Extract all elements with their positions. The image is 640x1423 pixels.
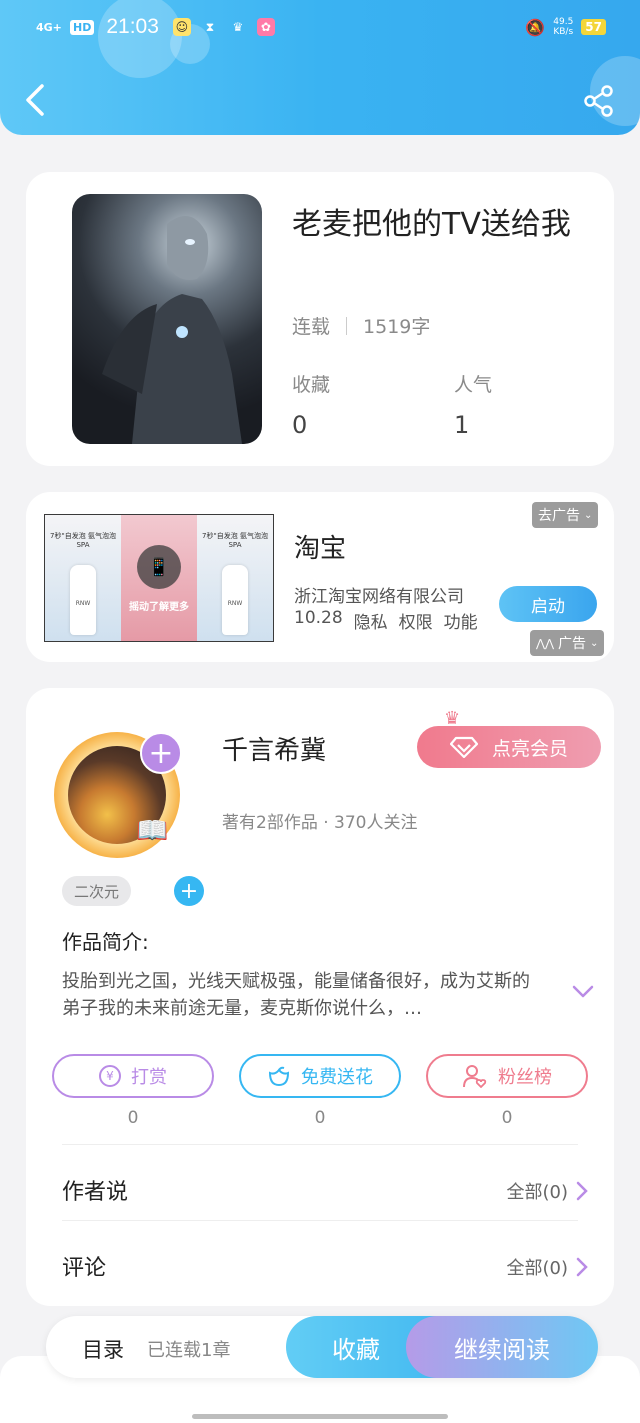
- ad-permissions-link[interactable]: 权限: [399, 608, 433, 633]
- ad-tag[interactable]: ⋀⋀ 广告 ⌄: [530, 630, 605, 656]
- favorites-stat: 收藏 0: [292, 370, 330, 439]
- book-meta: 连载 1519字: [292, 312, 430, 339]
- shake-text: 摇动了解更多: [129, 602, 189, 613]
- book-title: 老麦把他的TV送给我: [292, 207, 571, 242]
- author-says-count: 全部(0): [506, 1182, 569, 1203]
- tip-button[interactable]: ¥ 打赏: [52, 1054, 214, 1098]
- crown-icon: ♛: [232, 20, 244, 34]
- intro-heading: 作品简介:: [62, 930, 149, 954]
- ad-image[interactable]: 7秒"自发泡 氨气泡泡SPA RNW 📱 摇动了解更多 7秒"自发泡 氨气泡泡S…: [44, 514, 274, 642]
- hd-badge: HD: [70, 19, 95, 35]
- popularity-stat: 人气 1: [454, 370, 492, 439]
- ad-panel-text: 7秒"自发泡 氨气泡泡SPA: [50, 532, 116, 549]
- speed-unit: KB/s: [553, 27, 574, 37]
- author-says-label: 作者说: [62, 1180, 129, 1205]
- divider: [62, 1144, 578, 1145]
- ad-version: 10.28: [294, 608, 343, 628]
- flower-icon: [268, 1066, 290, 1087]
- remove-ad-button[interactable]: 去广告 ⌄: [532, 502, 599, 528]
- ad-logo-icon: ⋀⋀: [536, 636, 555, 650]
- chapter-status: 已连载1章: [147, 1340, 231, 1361]
- flower-count: 0: [314, 1108, 326, 1128]
- serial-status: 连载: [292, 316, 331, 338]
- author-says-all-link[interactable]: 全部(0): [507, 1178, 589, 1204]
- favorites-label: 收藏: [292, 374, 331, 396]
- popularity-label: 人气: [454, 374, 493, 396]
- tip-count: 0: [127, 1108, 139, 1128]
- chevron-down-icon[interactable]: [572, 984, 594, 1000]
- send-flower-label: 免费送花: [301, 1067, 373, 1088]
- comments-label: 评论: [62, 1256, 107, 1281]
- share-icon[interactable]: [582, 84, 616, 118]
- network-speed: 49.5 KB/s: [553, 17, 573, 37]
- intro-text: 投胎到光之国，光线天赋极强，能量储备很好，成为艾斯的弟子我的未来前途无量，麦克斯…: [62, 971, 530, 1019]
- tip-label: 打赏: [131, 1067, 167, 1088]
- remove-ad-label: 去广告: [538, 508, 580, 524]
- book-cover[interactable]: [72, 194, 262, 444]
- network-indicator: 4G+: [36, 20, 62, 34]
- ad-panel-left: 7秒"自发泡 氨气泡泡SPA RNW: [45, 515, 121, 641]
- send-flower-button[interactable]: 免费送花: [239, 1054, 401, 1098]
- follow-plus-button[interactable]: +: [140, 732, 182, 774]
- mute-icon: 🔕: [525, 17, 546, 37]
- status-right: 🔕 49.5 KB/s 57: [525, 17, 606, 37]
- hourglass-icon: ⧗: [205, 19, 215, 34]
- shake-phone-icon: 📱: [137, 545, 181, 589]
- ad-panel-text: 7秒"自发泡 氨气泡泡SPA: [202, 532, 268, 549]
- fan-ranking-label: 粉丝榜: [498, 1067, 552, 1088]
- book-icon: 📖: [136, 816, 169, 846]
- bottle-label: RNW: [227, 600, 243, 607]
- ad-features-link[interactable]: 功能: [444, 608, 478, 633]
- toc-button[interactable]: 目录: [82, 1334, 124, 1364]
- divider: [62, 1220, 578, 1221]
- fan-ranking-button[interactable]: 粉丝榜: [426, 1054, 588, 1098]
- app-notification-icon: ✿: [256, 18, 275, 36]
- comments-count: 全部(0): [506, 1258, 569, 1279]
- chevron-right-icon: [576, 1181, 588, 1201]
- meta-divider: [346, 316, 348, 335]
- ad-links: 10.28 隐私 权限 功能: [294, 608, 478, 633]
- chevron-down-icon: ⌄: [590, 637, 599, 649]
- diamond-icon: [449, 736, 478, 758]
- book-info-card: 老麦把他的TV送给我 连载 1519字 收藏 0 人气 1: [26, 172, 614, 466]
- ad-launch-button[interactable]: 启动: [499, 586, 597, 622]
- popularity-value: 1: [454, 411, 470, 439]
- vip-button[interactable]: 点亮会员: [417, 726, 601, 768]
- home-indicator: [192, 1414, 448, 1419]
- add-tag-button[interactable]: +: [174, 876, 204, 906]
- chevron-down-icon: ⌄: [584, 509, 593, 521]
- speed-value: 49.5: [553, 17, 574, 27]
- ad-card[interactable]: 7秒"自发泡 氨气泡泡SPA RNW 📱 摇动了解更多 7秒"自发泡 氨气泡泡S…: [26, 492, 614, 662]
- ad-company: 浙江淘宝网络有限公司: [294, 587, 464, 607]
- favorites-value: 0: [292, 411, 308, 439]
- ad-panel-right: 7秒"自发泡 氨气泡泡SPA RNW: [197, 515, 273, 641]
- user-heart-icon: [463, 1065, 487, 1088]
- vip-label: 点亮会员: [491, 737, 568, 760]
- battery-level: 57: [581, 19, 606, 35]
- ad-tag-label: 广告: [558, 636, 587, 652]
- word-count: 1519字: [363, 316, 431, 338]
- comments-all-link[interactable]: 全部(0): [507, 1254, 589, 1280]
- chevron-right-icon: [576, 1257, 588, 1277]
- category-tag[interactable]: 二次元: [62, 876, 132, 906]
- cover-art: [102, 216, 242, 444]
- continue-reading-button[interactable]: 继续阅读: [406, 1316, 598, 1378]
- clock: 21:03: [106, 15, 159, 38]
- bottom-action-bar: 目录 已连载1章 收藏 继续阅读: [46, 1316, 598, 1378]
- yen-icon: ¥: [99, 1065, 121, 1087]
- ad-panel-middle: 📱 摇动了解更多: [121, 515, 197, 641]
- ad-privacy-link[interactable]: 隐私: [354, 608, 388, 633]
- notification-icons: ☺ ⧗ ♛ ✿: [172, 18, 275, 36]
- status-bar: 4G+ HD 21:03 ☺ ⧗ ♛ ✿ 🔕 49.5 KB/s 57: [36, 10, 606, 44]
- top-header: 4G+ HD 21:03 ☺ ⧗ ♛ ✿ 🔕 49.5 KB/s 57: [0, 0, 640, 135]
- app-notification-icon: ☺: [172, 18, 191, 36]
- chevron-left-icon[interactable]: [22, 82, 48, 118]
- author-stats: 著有2部作品 · 370人关注: [222, 813, 418, 833]
- author-card: 📖 + 千言希冀 著有2部作品 · 370人关注 ♛ 点亮会员 二次元 + 作品…: [26, 688, 614, 1306]
- bottle-label: RNW: [75, 600, 91, 607]
- fan-count: 0: [501, 1108, 513, 1128]
- author-name: 千言希冀: [222, 736, 327, 766]
- ad-app-name: 淘宝: [294, 534, 347, 564]
